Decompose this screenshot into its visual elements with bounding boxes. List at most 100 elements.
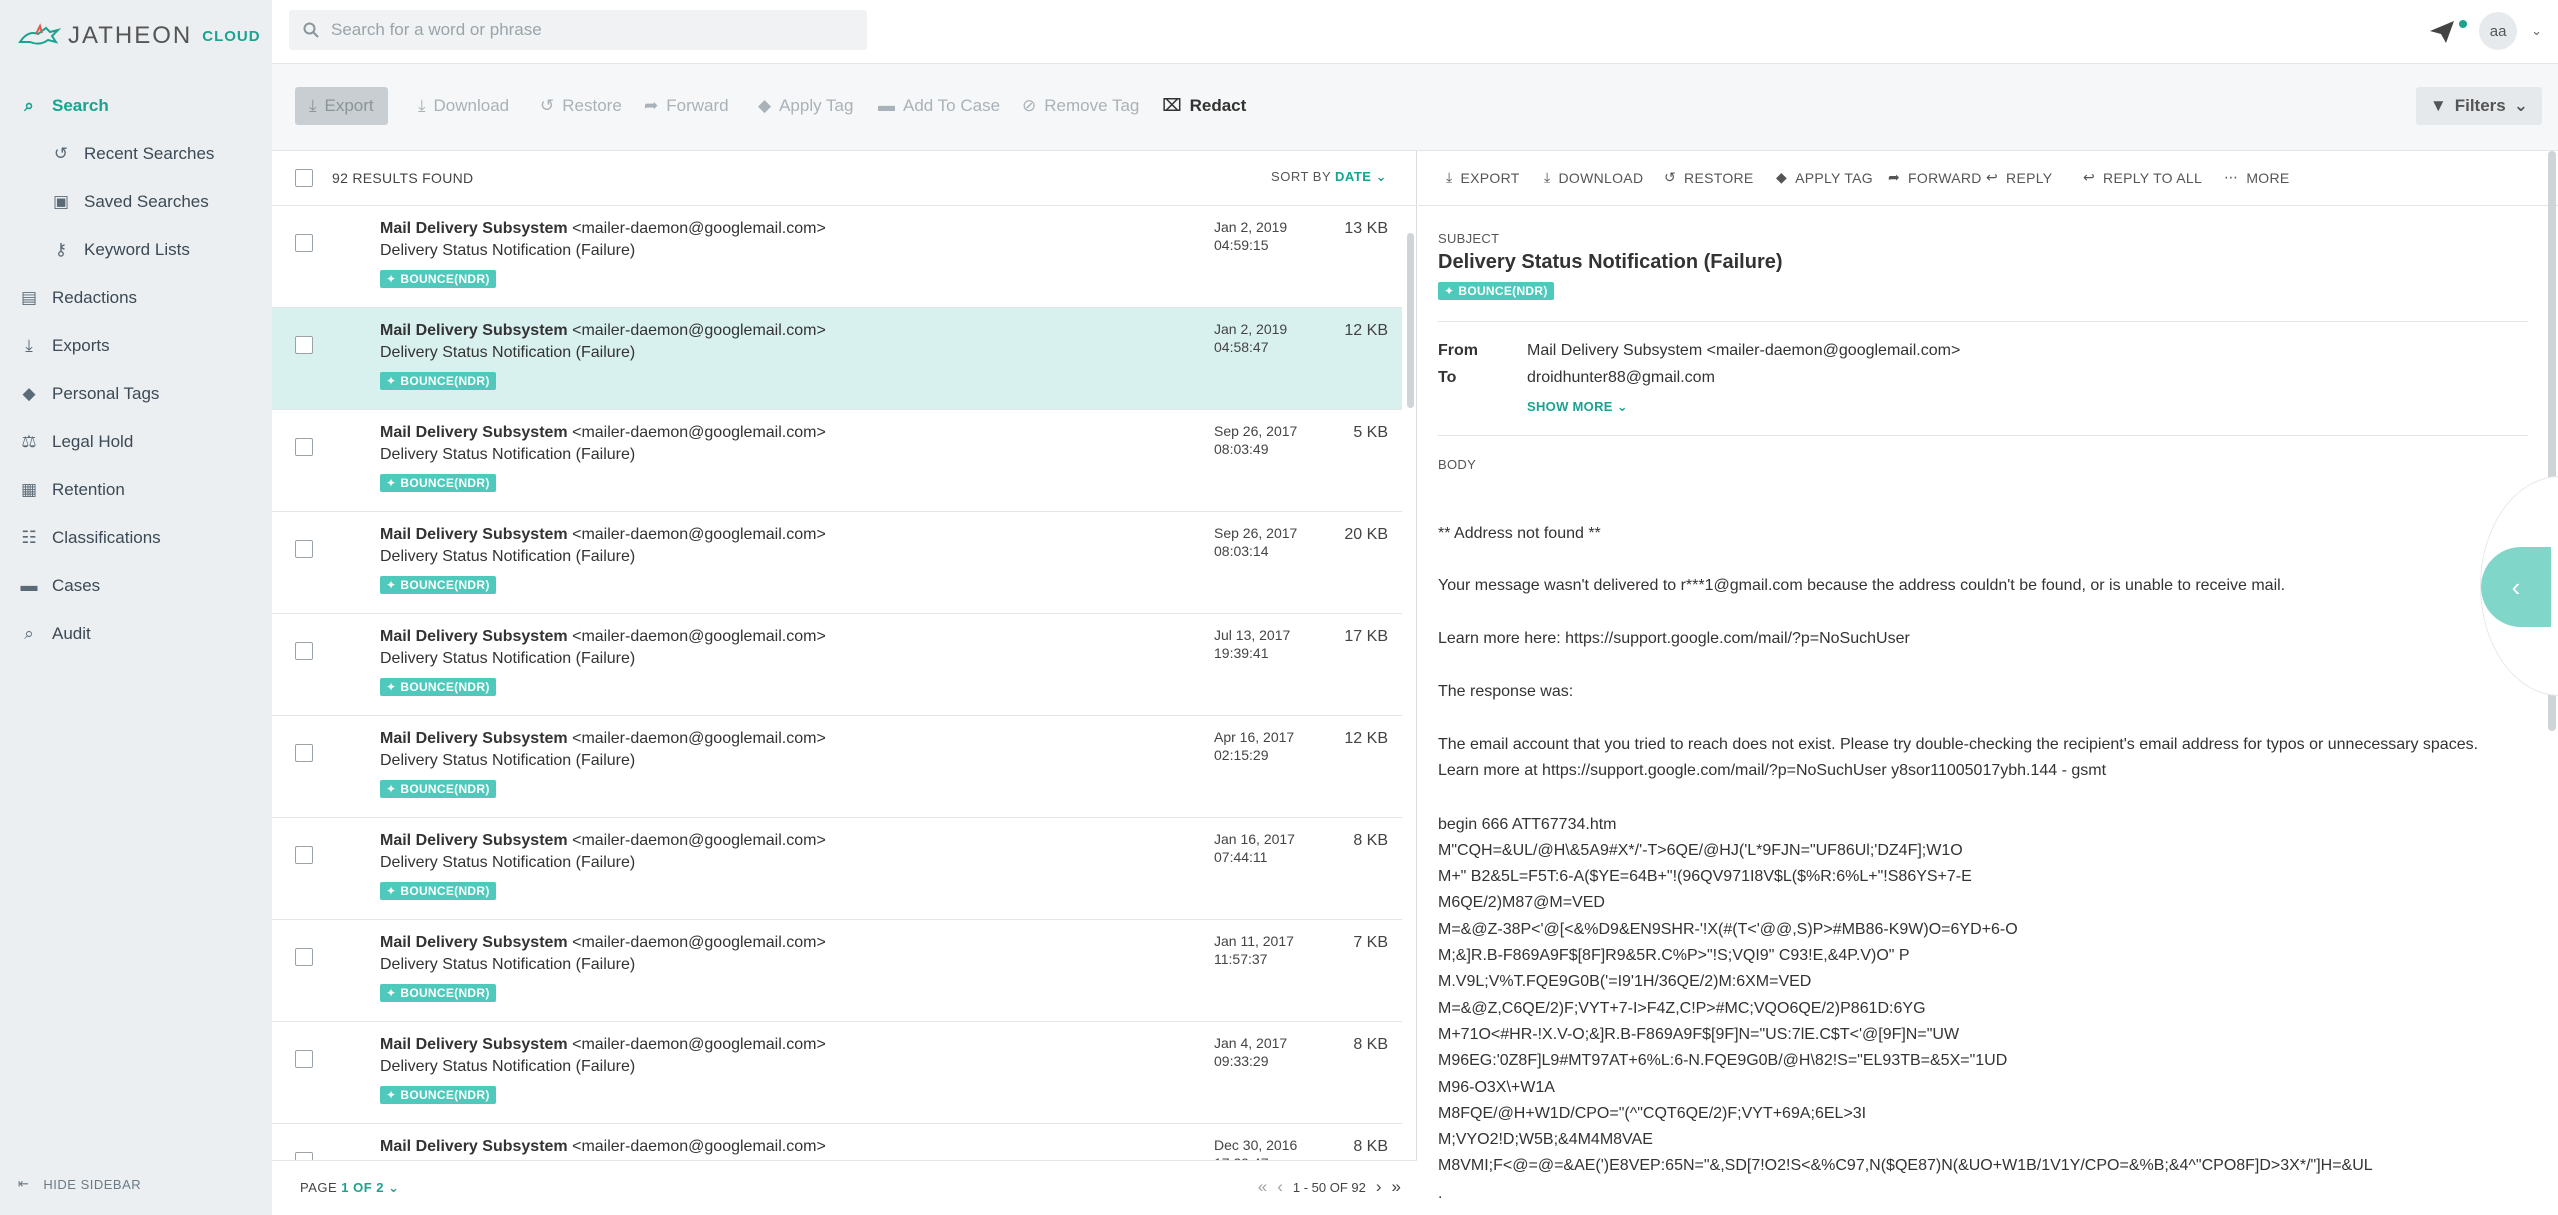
hide-sidebar-button[interactable]: ⇤ HIDE SIDEBAR [18, 1176, 141, 1192]
prev-page-icon[interactable]: ‹ [1277, 1177, 1283, 1197]
sender-name: Mail Delivery Subsystem [380, 220, 568, 237]
table-row[interactable]: Mail Delivery Subsystem <mailer-daemon@g… [272, 614, 1402, 716]
sidebar-item-retention[interactable]: ▦ Retention [0, 470, 272, 510]
remove-tag-button[interactable]: ⊘ Remove Tag [1022, 87, 1139, 125]
tag-icon: ✦ [386, 374, 397, 388]
row-size: 17 KB [1344, 628, 1388, 645]
sidebar-item-cases[interactable]: ▬ Cases [0, 566, 272, 606]
add-to-case-button[interactable]: ▬ Add To Case [878, 87, 1000, 125]
tag-badge[interactable]: ✦ BOUNCE(NDR) [380, 984, 496, 1002]
row-checkbox[interactable] [295, 234, 313, 252]
row-checkbox[interactable] [295, 948, 313, 966]
jatheon-logo[interactable]: JATHEON CLOUD [18, 18, 261, 54]
preview-action-label: FORWARD [1908, 169, 1982, 186]
row-checkbox[interactable] [295, 1152, 313, 1160]
sidebar-item-saved-searches[interactable]: ▣ Saved Searches [0, 182, 272, 222]
remove-tag-label: Remove Tag [1044, 96, 1140, 115]
filters-button[interactable]: ▼ Filters ⌄ [2415, 87, 2542, 125]
tag-badge[interactable]: ✦ BOUNCE(NDR) [380, 576, 496, 594]
table-row[interactable]: Mail Delivery Subsystem <mailer-daemon@g… [272, 410, 1402, 512]
sender-email: <mailer-daemon@googlemail.com> [572, 832, 826, 849]
row-from: Mail Delivery Subsystem <mailer-daemon@g… [380, 628, 826, 646]
row-checkbox[interactable] [295, 642, 313, 660]
tag-badge[interactable]: ✦ BOUNCE(NDR) [380, 270, 496, 288]
row-checkbox[interactable] [295, 744, 313, 762]
sidebar-item-search[interactable]: ⌕ Search [0, 86, 272, 126]
download-button[interactable]: ⤓ Download [418, 87, 509, 125]
forward-button[interactable]: ➦ Forward [644, 87, 729, 125]
apply-tag-button[interactable]: ◆ Apply Tag [758, 87, 853, 125]
key-icon: ⚷ [54, 240, 68, 259]
sidebar-item-keyword-lists[interactable]: ⚷ Keyword Lists [0, 230, 272, 270]
tag-badge[interactable]: ✦ BOUNCE(NDR) [1438, 282, 1554, 300]
table-row[interactable]: Mail Delivery Subsystem <mailer-daemon@g… [272, 716, 1402, 818]
last-page-icon[interactable]: » [1392, 1177, 1401, 1197]
preview-more-button[interactable]: ⋯ MORE [2224, 169, 2290, 186]
preview-reply-button[interactable]: ↩ REPLY [1986, 169, 2052, 186]
tag-icon: ◆ [758, 96, 772, 115]
body-line: M"CQH=&UL/@H\&5A9#X*/'-T>6QE/@HJ('L*9FJN… [1438, 842, 1963, 859]
body-line: M.V9L;V%T.FQE9G0B('=I9'1H/36QE/2)M:6XM=V… [1438, 973, 1812, 990]
table-row[interactable]: Mail Delivery Subsystem <mailer-daemon@g… [272, 920, 1402, 1022]
row-subject: Delivery Status Notification (Failure) [380, 446, 636, 463]
preview-restore-button[interactable]: ↺ RESTORE [1664, 169, 1754, 186]
tag-badge[interactable]: ✦ BOUNCE(NDR) [380, 1086, 496, 1104]
sidebar-item-classifications[interactable]: ☷ Classifications [0, 518, 272, 558]
results-scrollbar[interactable] [1407, 233, 1414, 408]
row-from: Mail Delivery Subsystem <mailer-daemon@g… [380, 424, 826, 442]
tag-badge[interactable]: ✦ BOUNCE(NDR) [380, 780, 496, 798]
sidebar-item-legal-hold[interactable]: ⚖ Legal Hold [0, 422, 272, 462]
sidebar-item-exports[interactable]: ⤓ Exports [0, 326, 272, 366]
row-date: Jan 4, 2017 09:33:29 [1214, 1034, 1287, 1070]
show-more-button[interactable]: SHOW MORE ⌄ [1527, 399, 1628, 415]
remove-tag-icon: ⊘ [1022, 96, 1037, 115]
tag-label: BOUNCE(NDR) [400, 578, 490, 592]
page-selector[interactable]: PAGE 1 OF 2 ⌄ [300, 1180, 400, 1196]
sidebar-item-redactions[interactable]: ▤ Redactions [0, 278, 272, 318]
notifications-button[interactable] [2429, 16, 2468, 46]
row-checkbox[interactable] [295, 1050, 313, 1068]
row-date-day: Dec 30, 2016 [1214, 1137, 1298, 1153]
folder-icon: ▬ [20, 576, 38, 595]
preview-reply-to-all-button[interactable]: ↩ REPLY TO ALL [2083, 169, 2202, 186]
table-row[interactable]: Mail Delivery Subsystem <mailer-daemon@g… [272, 308, 1402, 410]
body-line: M;VYO2!D;W5B;&4M4M8VAE [1438, 1131, 1653, 1148]
tag-badge[interactable]: ✦ BOUNCE(NDR) [380, 372, 496, 390]
global-search[interactable] [289, 10, 867, 50]
tag-label: BOUNCE(NDR) [400, 782, 490, 796]
table-row[interactable]: Mail Delivery Subsystem <mailer-daemon@g… [272, 1022, 1402, 1124]
next-page-icon[interactable]: › [1376, 1177, 1382, 1197]
export-button[interactable]: ⤓ Export [295, 87, 388, 125]
tag-badge[interactable]: ✦ BOUNCE(NDR) [380, 474, 496, 492]
preview-download-button[interactable]: ⤓ DOWNLOAD [1544, 169, 1643, 186]
preview-export-button[interactable]: ⤓ EXPORT [1446, 169, 1520, 186]
preview-forward-button[interactable]: ➦ FORWARD [1888, 169, 1982, 186]
row-checkbox[interactable] [295, 336, 313, 354]
chevron-down-icon[interactable]: ⌄ [2531, 23, 2542, 39]
tag-badge[interactable]: ✦ BOUNCE(NDR) [380, 882, 496, 900]
select-all-checkbox[interactable] [295, 169, 313, 187]
restore-button[interactable]: ↺ Restore [540, 87, 622, 125]
first-page-icon[interactable]: « [1258, 1177, 1267, 1197]
tag-badge[interactable]: ✦ BOUNCE(NDR) [380, 678, 496, 696]
row-date: Sep 26, 2017 08:03:14 [1214, 524, 1297, 560]
collapse-left-icon: ⇤ [18, 1176, 30, 1191]
row-size: 8 KB [1353, 1138, 1388, 1155]
preview-apply-tag-button[interactable]: ◆ APPLY TAG [1776, 169, 1873, 186]
table-row[interactable]: Mail Delivery Subsystem <mailer-daemon@g… [272, 818, 1402, 920]
search-input[interactable] [331, 20, 851, 40]
table-row[interactable]: Mail Delivery Subsystem <mailer-daemon@g… [272, 512, 1402, 614]
sidebar-item-personal-tags[interactable]: ◆ Personal Tags [0, 374, 272, 414]
row-checkbox[interactable] [295, 846, 313, 864]
sidebar-item-recent-searches[interactable]: ↺ Recent Searches [0, 134, 272, 174]
sender-name: Mail Delivery Subsystem [380, 628, 568, 645]
table-row[interactable]: Mail Delivery Subsystem <mailer-daemon@g… [272, 206, 1402, 308]
redact-button[interactable]: ⌧ Redact [1162, 87, 1246, 125]
row-checkbox[interactable] [295, 540, 313, 558]
sort-by-control[interactable]: SORT BY DATE ⌄ [1271, 169, 1387, 185]
avatar[interactable]: aa [2479, 12, 2518, 50]
table-row[interactable]: Mail Delivery Subsystem <mailer-daemon@g… [272, 1124, 1402, 1160]
sidebar-item-audit[interactable]: ⌕ Audit [0, 614, 272, 654]
body-line: M+71O<#HR-!X.V-O;&]R.B-F869A9F$[9F]N="US… [1438, 1026, 1960, 1043]
row-checkbox[interactable] [295, 438, 313, 456]
